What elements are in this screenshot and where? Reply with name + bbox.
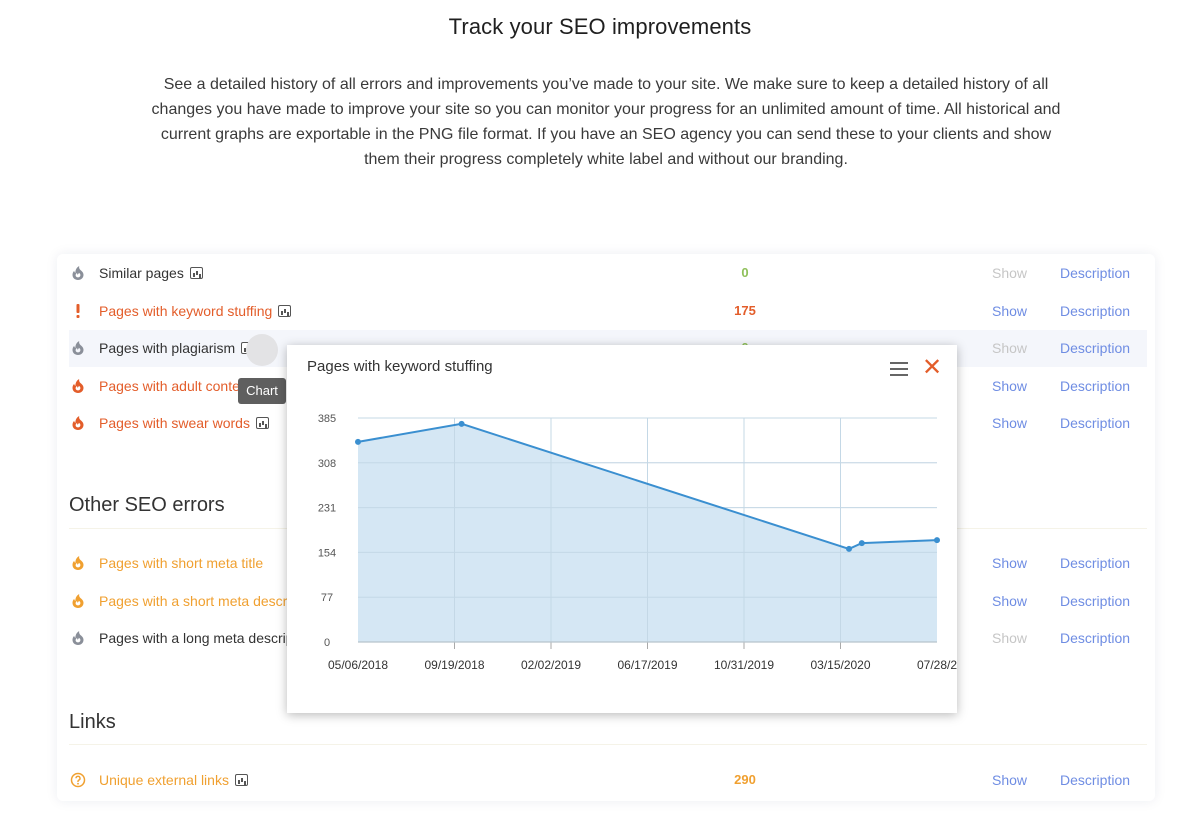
row-label-text: Pages with adult content [99, 377, 252, 394]
fire-icon [69, 377, 87, 395]
description-link[interactable]: Description [1060, 772, 1130, 788]
y-tick-label: 77 [321, 592, 333, 604]
show-link[interactable]: Show [992, 340, 1027, 356]
fire-icon [69, 264, 87, 282]
intro-paragraph: See a detailed history of all errors and… [151, 76, 1061, 168]
row-label-text: Unique external links [99, 772, 229, 788]
line-chart: 0 77 154 231 308 385 05/06/2018 09/19/2018 02/02… [318, 413, 957, 672]
description-link[interactable]: Description [1060, 415, 1130, 431]
section-divider [69, 744, 1147, 745]
data-point [846, 545, 853, 552]
description-link[interactable]: Description [1060, 265, 1130, 281]
row-label-text: Pages with keyword stuffing [99, 302, 273, 319]
x-tick-label: 07/28/2 [917, 658, 957, 672]
data-point [458, 420, 465, 427]
show-link[interactable]: Show [992, 415, 1027, 431]
row-label-text: Pages with plagiarism [99, 340, 236, 356]
page-title: Track your SEO improvements [448, 14, 752, 39]
fire-icon [69, 592, 87, 610]
y-tick-label: 308 [318, 458, 336, 470]
show-link[interactable]: Show [992, 772, 1027, 788]
fire-icon [69, 554, 87, 572]
bar-chart-icon[interactable] [278, 304, 292, 317]
chart-popup: Pages with keyword stuffing ✕ 0 77 154 231 3… [287, 345, 957, 713]
description-link[interactable]: Description [1060, 303, 1130, 319]
table-row: Pages with keyword stuffing 175 Show Descri… [69, 293, 1147, 330]
data-point [858, 540, 865, 547]
row-label-text: Pages with swear words [99, 415, 250, 431]
section-title-links: Links [69, 711, 116, 733]
description-link[interactable]: Description [1060, 340, 1130, 356]
table-row: Similar pages 0 Show Description [69, 255, 1147, 292]
y-tick-label: 231 [318, 503, 336, 515]
issue-count: 0 [741, 265, 749, 280]
bar-chart-icon[interactable] [189, 267, 203, 279]
row-label: Pages with a long meta description [99, 630, 316, 646]
row-label: Pages with keyword stuffing [99, 302, 292, 319]
issue-count: 290 [734, 772, 756, 787]
row-label: Unique external links [99, 772, 248, 788]
row-label: Similar pages [99, 265, 203, 281]
y-tick-label: 0 [324, 637, 330, 649]
fire-icon [69, 629, 87, 647]
show-link[interactable]: Show [992, 593, 1027, 609]
data-point [934, 537, 940, 544]
row-label-text: Pages with short meta title [99, 555, 264, 571]
show-link[interactable]: Show [992, 303, 1027, 319]
y-tick-label: 385 [318, 413, 336, 425]
row-label: Pages with short meta title [99, 555, 263, 571]
fire-icon [69, 414, 87, 432]
y-tick-label: 154 [318, 547, 336, 559]
show-link[interactable]: Show [992, 555, 1027, 571]
data-point [355, 438, 361, 445]
x-tick-label: 10/31/2019 [714, 658, 774, 672]
exclamation-icon [69, 302, 87, 320]
row-label-text: Pages with a long meta description [99, 630, 317, 646]
bar-chart-icon[interactable] [234, 774, 248, 786]
x-tick-label: 02/02/2019 [521, 658, 581, 672]
x-tick-label: 09/19/2018 [424, 658, 484, 672]
show-link[interactable]: Show [992, 630, 1027, 646]
show-link[interactable]: Show [992, 265, 1027, 281]
chart-tooltip: Chart [238, 378, 286, 404]
description-link[interactable]: Description [1060, 555, 1130, 571]
issue-count: 175 [734, 302, 756, 318]
bar-chart-icon[interactable] [255, 417, 269, 429]
description-link[interactable]: Description [1060, 630, 1130, 646]
row-label: Pages with swear words [99, 415, 269, 431]
description-link[interactable]: Description [1060, 378, 1130, 394]
x-tick-label: 05/06/2018 [328, 658, 388, 672]
question-circle-icon [69, 771, 87, 789]
x-tick-label: 03/15/2020 [810, 658, 870, 672]
section-title-other-seo-errors: Other SEO errors [69, 494, 225, 516]
description-link[interactable]: Description [1060, 593, 1130, 609]
x-tick-label: 06/17/2019 [617, 658, 677, 672]
show-link[interactable]: Show [992, 378, 1027, 394]
chart-button-hover-highlight [246, 334, 278, 366]
row-label-text: Similar pages [99, 265, 184, 281]
row-label: Pages with plagiarism [99, 340, 255, 356]
table-row: Unique external links 290 Show Description [69, 762, 1147, 799]
fire-icon [69, 339, 87, 357]
